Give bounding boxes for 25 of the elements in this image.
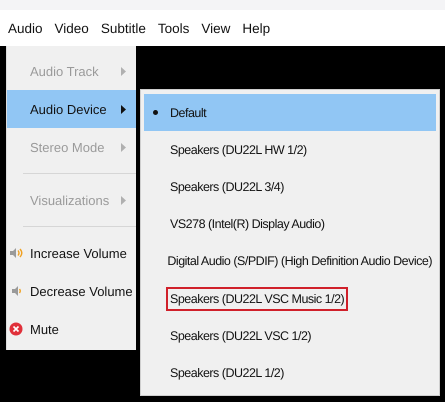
submenu-arrow-icon xyxy=(121,196,126,204)
menu-item[interactable]: Speakers (DU22L 3/4) xyxy=(144,168,436,206)
submenu-arrow-icon xyxy=(121,104,126,114)
menu-item[interactable]: Default xyxy=(144,94,436,132)
submenu-arrow-icon xyxy=(121,142,126,152)
menu-bar-item[interactable]: Audio xyxy=(8,20,43,36)
menu-item[interactable]: Speakers (DU22L 1/2) xyxy=(144,354,436,392)
menu-item[interactable]: Increase Volume xyxy=(7,234,136,272)
speaker-icon xyxy=(11,284,21,298)
menu-bar-item[interactable]: Help xyxy=(242,20,270,36)
menu-item[interactable]: Decrease Volume xyxy=(7,272,136,310)
menu-item[interactable]: Mute xyxy=(7,310,136,348)
menu-item[interactable]: VS278 (Intel(R) Display Audio) xyxy=(144,206,436,243)
menu-item[interactable]: Audio Device xyxy=(7,90,136,128)
menu-bar-item[interactable]: Tools xyxy=(158,20,190,36)
menu-bar-item[interactable]: Subtitle xyxy=(100,20,146,36)
menu-item[interactable]: Digital Audio (S/PDIF) (High Definition Audio Device) xyxy=(144,242,436,280)
speaker-waves-icon xyxy=(9,246,23,260)
menu-bar-item[interactable]: Video xyxy=(54,20,89,36)
menu-item[interactable]: Speakers (DU22L HW 1/2) xyxy=(144,131,436,168)
menu-item[interactable]: Speakers (DU22L VSC Music 1/2) xyxy=(144,280,436,318)
submenu-arrow-icon xyxy=(121,66,126,76)
menu-item[interactable]: Speakers (DU22L VSC 1/2) xyxy=(144,317,436,354)
mute-icon xyxy=(9,322,23,336)
menu-bar-item[interactable]: View xyxy=(201,20,230,36)
